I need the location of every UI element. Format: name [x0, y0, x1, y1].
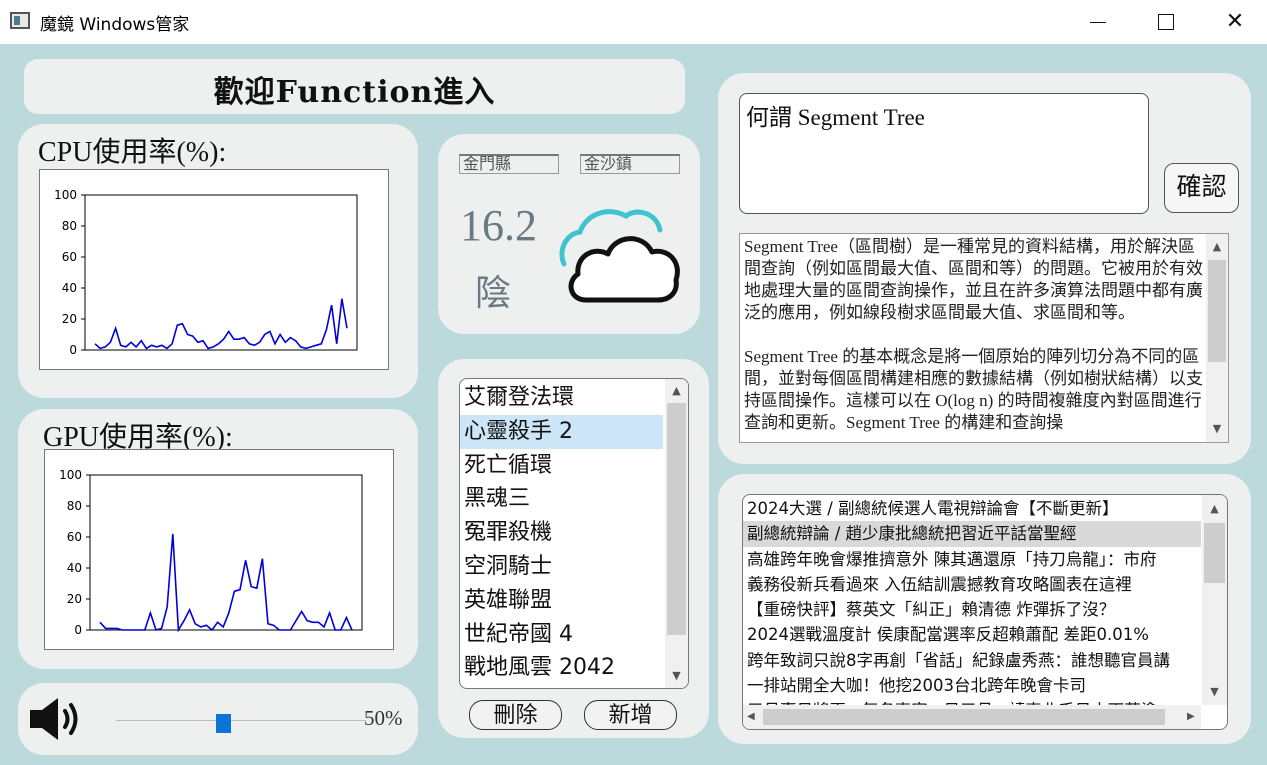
cpu-y-tick-label: 20	[62, 312, 77, 326]
news-horizontal-scrollbar[interactable]: ◀ ▶	[743, 705, 1201, 729]
list-item[interactable]: 心靈殺手 2	[460, 414, 663, 449]
scroll-thumb[interactable]	[667, 403, 686, 635]
news-scrollbar[interactable]: ▲ ▼	[1202, 495, 1227, 705]
gpu-plot-frame	[89, 474, 363, 631]
county-field[interactable]: 金門縣	[459, 154, 559, 174]
speaker-icon[interactable]	[28, 696, 84, 742]
gpu-y-tick-label: 60	[67, 530, 82, 544]
scroll-thumb[interactable]	[1208, 260, 1226, 362]
welcome-text: 歡迎Function進入	[213, 75, 496, 110]
news-item[interactable]: 2024選戰溫度計 侯康配當選率反超賴蕭配 差距0.01%	[743, 622, 1201, 647]
gpu-usage-chart: 0 20 40 60 80 100	[44, 449, 394, 650]
list-item[interactable]: 冤罪殺機	[460, 516, 663, 550]
news-item[interactable]: 副總統辯論 / 趙少康批總統把習近平話當聖經	[743, 521, 1201, 547]
list-item[interactable]: 死亡循環	[460, 449, 663, 483]
answer-scrollbar[interactable]: ▲ ▼	[1206, 234, 1228, 442]
window-title: 魔鏡 Windows管家	[40, 15, 190, 35]
app-icon	[10, 12, 30, 29]
question-input[interactable]: 何謂 Segment Tree	[739, 93, 1149, 214]
volume-slider-handle[interactable]	[216, 714, 231, 733]
scroll-down-icon[interactable]: ▼	[1206, 420, 1228, 438]
list-item[interactable]: 黑魂三	[460, 482, 663, 516]
gpu-y-tick-label: 40	[67, 561, 82, 575]
list-item[interactable]: 艾爾登法環	[460, 381, 663, 415]
list-item[interactable]: 空洞騎士	[460, 550, 663, 584]
cpu-y-tick-label: 40	[62, 281, 77, 295]
confirm-button[interactable]: 確認	[1164, 163, 1239, 213]
gpu-y-tick-label: 20	[67, 592, 82, 606]
news-item[interactable]: 【重磅快評】蔡英文「糾正」賴清德 炸彈拆了沒？	[743, 597, 1201, 622]
close-button[interactable]: ✕	[1206, 0, 1264, 44]
cpu-y-tick-label: 60	[62, 250, 77, 264]
title-bar: 魔鏡 Windows管家 ✕	[0, 0, 1267, 44]
list-item[interactable]: 英雄聯盟	[460, 584, 663, 618]
cpu-usage-card: CPU使用率(%): 0 20 40 60 80 100	[18, 124, 418, 398]
news-item[interactable]: 2024大選 / 副總統候選人電視辯論會【不斷更新】	[743, 496, 1201, 521]
gpu-usage-card: GPU使用率(%): 0 20 40 60 80 100	[18, 409, 418, 669]
maximize-button[interactable]	[1136, 0, 1194, 44]
volume-slider-track[interactable]	[116, 720, 366, 721]
hscroll-thumb[interactable]	[763, 709, 1165, 725]
news-item[interactable]: 一排站開全大咖！他挖2003台北跨年晚會卡司	[743, 673, 1201, 698]
cpu-chart-svg: 0 20 40 60 80 100	[54, 188, 358, 357]
scroll-left-icon[interactable]: ◀	[747, 707, 759, 727]
cpu-y-tick-label: 100	[54, 188, 77, 202]
gpu-y-tick-label: 80	[67, 499, 82, 513]
news-item[interactable]: 義務役新兵看過來 入伍結訓震撼教育攻略圖表在這裡	[743, 572, 1201, 597]
temperature-value: 16.2	[460, 201, 537, 250]
gpu-y-tick-label: 0	[74, 623, 82, 637]
close-icon: ✕	[1225, 9, 1245, 34]
volume-percent-label: 50%	[364, 706, 403, 730]
news-item[interactable]: 高雄跨年晚會爆推擠意外 陳其邁還原「持刀烏龍」：市府	[743, 547, 1201, 572]
news-item[interactable]: 跨年致詞只說8字再創「省話」紀錄盧秀燕：誰想聽官員講	[743, 648, 1201, 673]
answer-text: Segment Tree（區間樹）是一種常見的資料結構，用於解決區間查詢（例如區…	[744, 237, 1203, 432]
scroll-right-icon[interactable]: ▶	[1187, 707, 1199, 727]
gpu-chart-svg: 0 20 40 60 80 100	[59, 468, 363, 637]
town-field[interactable]: 金沙鎮	[580, 154, 680, 174]
cpu-y-tick-label: 0	[69, 343, 77, 357]
list-item[interactable]: 世紀帝國 4	[460, 618, 663, 652]
cpu-usage-line	[94, 298, 348, 350]
news-list[interactable]: 2024大選 / 副總統候選人電視辯論會【不斷更新】 副總統辯論 / 趙少康批總統…	[742, 494, 1228, 730]
welcome-banner: 歡迎Function進入	[24, 59, 685, 114]
minimize-button[interactable]	[1068, 0, 1126, 44]
cpu-usage-title: CPU使用率(%):	[38, 137, 227, 168]
weather-condition: 陰	[475, 273, 512, 313]
games-list[interactable]: 艾爾登法環 心靈殺手 2 死亡循環 黑魂三 冤罪殺機 空洞騎士 英雄聯盟 世紀帝國 4 戰地風雲…	[459, 378, 689, 689]
gpu-usage-line	[99, 533, 353, 633]
answer-box[interactable]: Segment Tree（區間樹）是一種常見的資料結構，用於解決區間查詢（例如區…	[739, 233, 1229, 443]
scroll-down-icon[interactable]: ▼	[1202, 683, 1227, 701]
cpu-y-tick-label: 80	[62, 219, 77, 233]
scroll-thumb[interactable]	[1204, 523, 1225, 583]
scroll-down-icon[interactable]: ▼	[665, 667, 688, 685]
gpu-y-tick-label: 100	[59, 468, 82, 482]
add-button[interactable]: 新增	[584, 700, 677, 730]
cpu-plot-frame	[84, 194, 358, 351]
cloud-icon	[559, 209, 680, 303]
scroll-up-icon[interactable]: ▲	[665, 382, 688, 400]
list-item[interactable]: 戰地風雲 2042	[460, 651, 663, 685]
games-list-scrollbar[interactable]: ▲ ▼	[665, 379, 688, 688]
cpu-usage-chart: 0 20 40 60 80 100	[39, 169, 389, 370]
scroll-up-icon[interactable]: ▲	[1206, 238, 1228, 256]
delete-button[interactable]: 刪除	[469, 700, 562, 730]
scroll-up-icon[interactable]: ▲	[1202, 500, 1227, 518]
